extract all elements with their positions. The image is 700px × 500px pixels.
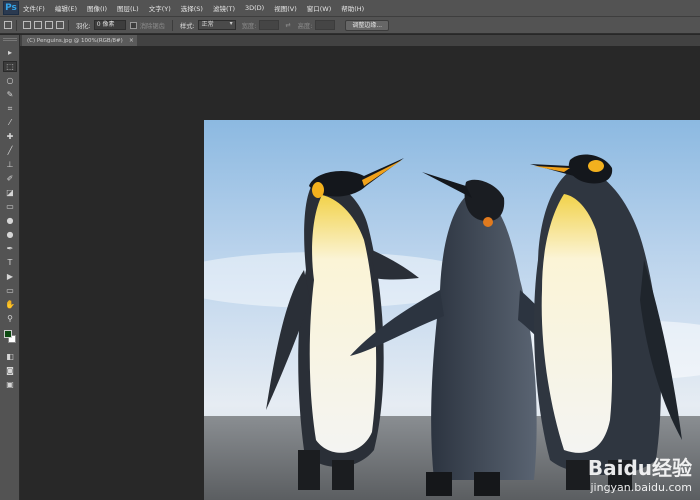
menu-image[interactable]: 图像(I): [87, 3, 107, 13]
baidu-watermark: Baidu经验 jingyan.baidu.com: [588, 452, 692, 494]
menu-help[interactable]: 帮助(H): [341, 3, 364, 13]
width-label: 宽度:: [241, 22, 257, 30]
divider: [16, 19, 17, 31]
marquee-tool-icon[interactable]: ⬚: [3, 61, 17, 72]
dodge-tool-icon[interactable]: ●: [3, 229, 17, 240]
feather-label: 羽化:: [76, 22, 91, 30]
menu-filter[interactable]: 滤镜(T): [213, 3, 235, 13]
healing-brush-tool-icon[interactable]: ✚: [3, 131, 17, 142]
menu-bar: Ps 文件(F) 编辑(E) 图像(I) 图层(L) 文字(Y) 选择(S) 滤…: [0, 0, 700, 17]
new-selection-icon[interactable]: [23, 21, 31, 29]
menu-layer[interactable]: 图层(L): [117, 3, 139, 13]
photoshop-window: Ps 文件(F) 编辑(E) 图像(I) 图层(L) 文字(Y) 选择(S) 滤…: [0, 0, 700, 500]
document-title: (C) Penguins.jpg @ 100%(RGB/8#): [27, 37, 123, 44]
height-input[interactable]: [315, 20, 336, 30]
menu-edit[interactable]: 编辑(E): [55, 3, 77, 13]
pen-tool-icon[interactable]: ✒: [3, 243, 17, 254]
clone-stamp-tool-icon[interactable]: ⊥: [3, 159, 17, 170]
quick-mask-icon[interactable]: ◙: [3, 365, 17, 376]
eyedropper-tool-icon[interactable]: ⁄: [3, 117, 17, 128]
add-selection-icon[interactable]: [34, 21, 42, 29]
crop-tool-icon[interactable]: ⌗: [3, 103, 17, 114]
divider: [68, 19, 69, 31]
foreground-color-swatch[interactable]: [4, 330, 12, 338]
history-brush-tool-icon[interactable]: ✐: [3, 173, 17, 184]
style-select[interactable]: 正常: [197, 20, 236, 30]
type-tool-icon[interactable]: T: [3, 257, 17, 268]
options-bar: 羽化: 0 像素 消除锯齿 样式: 正常 宽度: ⇄ 高度: 调整边缘...: [0, 17, 700, 34]
document-tab[interactable]: (C) Penguins.jpg @ 100%(RGB/8#) ×: [22, 35, 137, 46]
menu-view[interactable]: 视图(V): [274, 3, 297, 13]
menu-type[interactable]: 文字(Y): [149, 3, 171, 13]
gradient-tool-icon[interactable]: ▭: [3, 201, 17, 212]
feather-input[interactable]: 0 像素: [93, 20, 126, 30]
swap-dimensions-icon[interactable]: ⇄: [285, 22, 290, 29]
move-tool-icon[interactable]: ▸: [3, 47, 17, 58]
quick-select-tool-icon[interactable]: ✎: [3, 89, 17, 100]
tool-preset-icon[interactable]: [4, 21, 12, 29]
default-colors-icon[interactable]: ◧: [3, 351, 17, 362]
photoshop-logo: Ps: [3, 1, 19, 15]
intersect-selection-icon[interactable]: [56, 21, 64, 29]
watermark-brand: Baidu经验: [587, 456, 692, 480]
menu-3d[interactable]: 3D(D): [245, 4, 264, 12]
divider: [171, 19, 173, 31]
hand-tool-icon[interactable]: ✋: [3, 299, 17, 310]
tools-panel: ▸ ⬚ ○ ✎ ⌗ ⁄ ✚ ╱ ⊥ ✐ ◪ ▭ ● ● ✒ T ▶ ▭ ✋ ⚲ ◧ ◙ ▣: [0, 35, 20, 500]
style-label: 样式:: [179, 22, 195, 30]
subtract-selection-icon[interactable]: [45, 21, 53, 29]
panel-grip[interactable]: [3, 38, 17, 41]
antialias-checkbox[interactable]: [129, 21, 137, 29]
menu-file[interactable]: 文件(F): [23, 3, 45, 13]
watermark-url: jingyan.baidu.com: [590, 481, 692, 494]
brush-tool-icon[interactable]: ╱: [3, 145, 17, 156]
lasso-tool-icon[interactable]: ○: [3, 75, 17, 86]
width-input[interactable]: [259, 20, 280, 30]
antialias-label: 消除锯齿: [139, 22, 165, 30]
path-select-tool-icon[interactable]: ▶: [3, 271, 17, 282]
menu-select[interactable]: 选择(S): [181, 3, 203, 13]
refine-edge-button[interactable]: 调整边缘...: [345, 19, 390, 31]
menu-window[interactable]: 窗口(W): [307, 3, 332, 13]
penguins-photo: [204, 120, 700, 500]
height-label: 高度:: [297, 22, 313, 30]
close-tab-icon[interactable]: ×: [129, 37, 134, 44]
rectangle-tool-icon[interactable]: ▭: [3, 285, 17, 296]
blur-tool-icon[interactable]: ●: [3, 215, 17, 226]
document-tab-bar: (C) Penguins.jpg @ 100%(RGB/8#) ×: [20, 35, 700, 46]
penguins-image[interactable]: Baidu经验 jingyan.baidu.com: [204, 120, 700, 500]
eraser-tool-icon[interactable]: ◪: [3, 187, 17, 198]
zoom-tool-icon[interactable]: ⚲: [3, 313, 17, 324]
screen-mode-icon[interactable]: ▣: [3, 379, 17, 390]
